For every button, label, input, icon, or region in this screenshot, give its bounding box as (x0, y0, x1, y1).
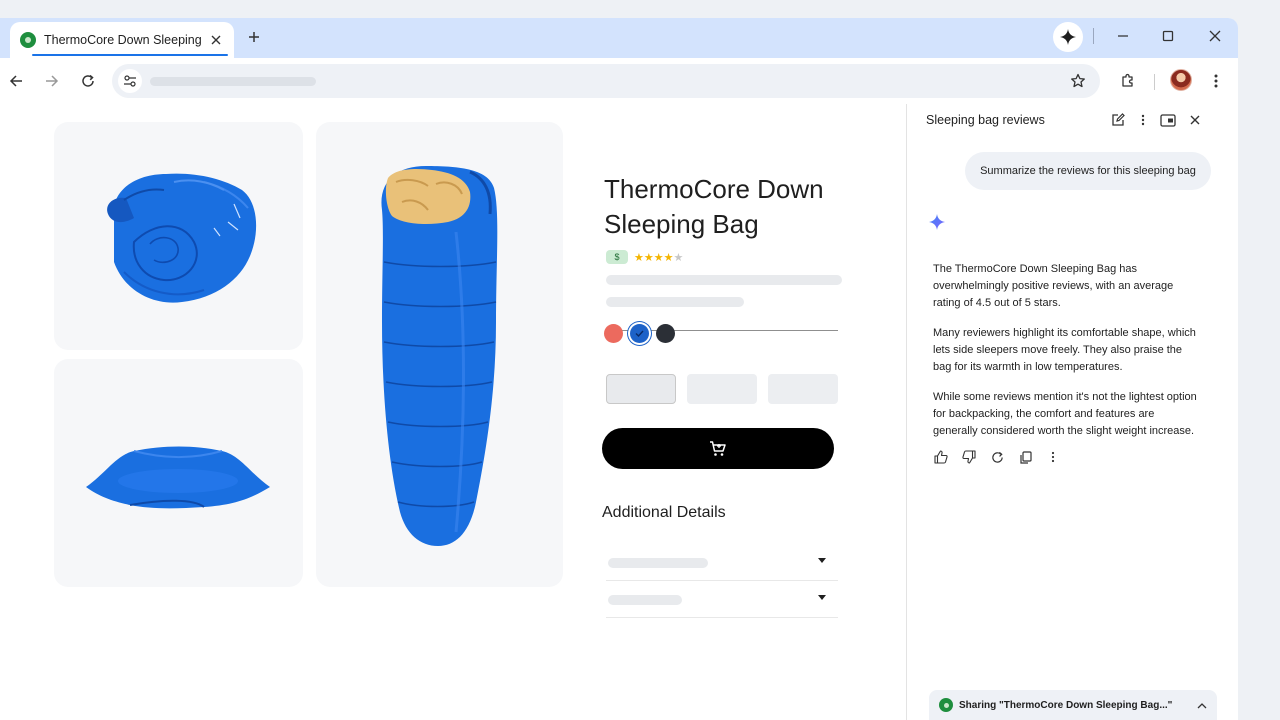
accordion-row[interactable] (606, 544, 838, 581)
caret-down-icon (818, 595, 826, 600)
checkmark-icon (635, 330, 644, 338)
size-option[interactable] (768, 374, 838, 404)
maximize-icon[interactable] (1158, 26, 1178, 46)
copy-icon[interactable] (1017, 449, 1033, 465)
url-text (150, 77, 316, 86)
response-actions (933, 449, 1061, 465)
caret-down-icon (818, 558, 826, 563)
tune-icon[interactable] (118, 69, 142, 93)
additional-details-heading: Additional Details (602, 504, 726, 521)
panel-title: Sleeping bag reviews (926, 113, 1045, 127)
product-image-rolled[interactable] (54, 122, 303, 350)
product-image-main[interactable] (316, 122, 563, 587)
star-icon: ★ (663, 251, 674, 264)
open-sleeping-bag-image (381, 166, 498, 546)
response-paragraph: The ThermoCore Down Sleeping Bag has ove… (933, 263, 1174, 309)
minimize-icon[interactable] (1113, 26, 1133, 46)
close-icon[interactable] (1205, 26, 1225, 46)
browser-window: ThermoCore Down Sleeping Bag (0, 18, 1238, 720)
accordion-row[interactable] (606, 581, 838, 618)
tab-active-indicator (32, 54, 228, 56)
open-in-new-window-icon[interactable] (1157, 109, 1179, 131)
chevron-up-icon[interactable] (1197, 696, 1207, 714)
description-placeholder (606, 297, 744, 307)
star-icon[interactable] (1068, 71, 1088, 91)
accordion-label-placeholder (608, 595, 682, 605)
back-arrow-icon[interactable] (5, 70, 27, 92)
size-option[interactable] (606, 374, 676, 404)
close-icon[interactable] (1184, 109, 1206, 131)
color-swatch-charcoal[interactable] (656, 324, 675, 343)
address-bar[interactable] (112, 64, 1100, 98)
forward-arrow-icon[interactable] (41, 70, 63, 92)
regenerate-icon[interactable] (989, 449, 1005, 465)
edit-icon[interactable] (1107, 109, 1129, 131)
more-vert-icon[interactable] (1132, 109, 1154, 131)
browser-toolbar (0, 58, 1238, 104)
gemini-button[interactable] (1053, 22, 1083, 52)
gemini-side-panel: Sleeping bag reviews Summarize the revie… (907, 104, 1238, 720)
gemini-sparkle-icon (929, 214, 945, 235)
pillow-image (86, 446, 270, 509)
response-paragraph: While some reviews mention it's not the … (933, 391, 1197, 437)
rating-row: $ ★★★★★ (606, 250, 683, 264)
product-title: ThermoCore Down Sleeping Bag (604, 174, 824, 239)
thumbs-up-icon[interactable] (933, 449, 949, 465)
tab-title: ThermoCore Down Sleeping Bag (44, 33, 204, 47)
price-badge: $ (606, 250, 628, 264)
rolled-sleeping-bag-image (107, 173, 257, 303)
toolbar-separator (1093, 28, 1094, 44)
toolbar-separator (1154, 74, 1155, 90)
accordion-label-placeholder (608, 558, 708, 568)
product-site-icon (939, 698, 953, 712)
thumbs-down-icon[interactable] (961, 449, 977, 465)
description-placeholder (606, 275, 842, 285)
color-swatch-coral[interactable] (604, 324, 623, 343)
tab-close-icon[interactable] (208, 32, 224, 48)
color-swatch-blue[interactable] (630, 324, 649, 343)
star-rating: ★★★★★ (634, 251, 683, 264)
user-prompt-bubble: Summarize the reviews for this sleeping … (965, 152, 1211, 190)
star-empty-icon: ★ (673, 251, 684, 264)
avatar[interactable] (1170, 69, 1192, 91)
sharing-label: Sharing "ThermoCore Down Sleeping Bag...… (959, 699, 1173, 711)
more-vert-icon[interactable] (1206, 70, 1226, 92)
gemini-sparkle-icon (1060, 29, 1076, 45)
star-icon: ★ (634, 251, 644, 264)
star-icon: ★ (643, 251, 654, 264)
star-icon: ★ (653, 251, 664, 264)
tab-product[interactable]: ThermoCore Down Sleeping Bag (10, 22, 234, 58)
product-image-pillow[interactable] (54, 359, 303, 587)
product-site-icon (20, 32, 36, 48)
add-to-cart-button[interactable] (602, 428, 834, 469)
response-paragraph: Many reviewers highlight its comfortable… (933, 327, 1196, 373)
tab-strip: ThermoCore Down Sleeping Bag (0, 18, 1238, 58)
reload-icon[interactable] (77, 70, 99, 92)
shopping-cart-icon (710, 440, 726, 456)
extensions-puzzle-icon[interactable] (1117, 70, 1139, 92)
more-vert-icon[interactable] (1045, 449, 1061, 465)
size-option[interactable] (687, 374, 757, 404)
sharing-context-bar[interactable]: Sharing "ThermoCore Down Sleeping Bag...… (929, 690, 1217, 720)
plus-icon[interactable] (244, 26, 264, 48)
product-page: ThermoCore Down Sleeping Bag $ ★★★★★ Add… (0, 104, 906, 720)
